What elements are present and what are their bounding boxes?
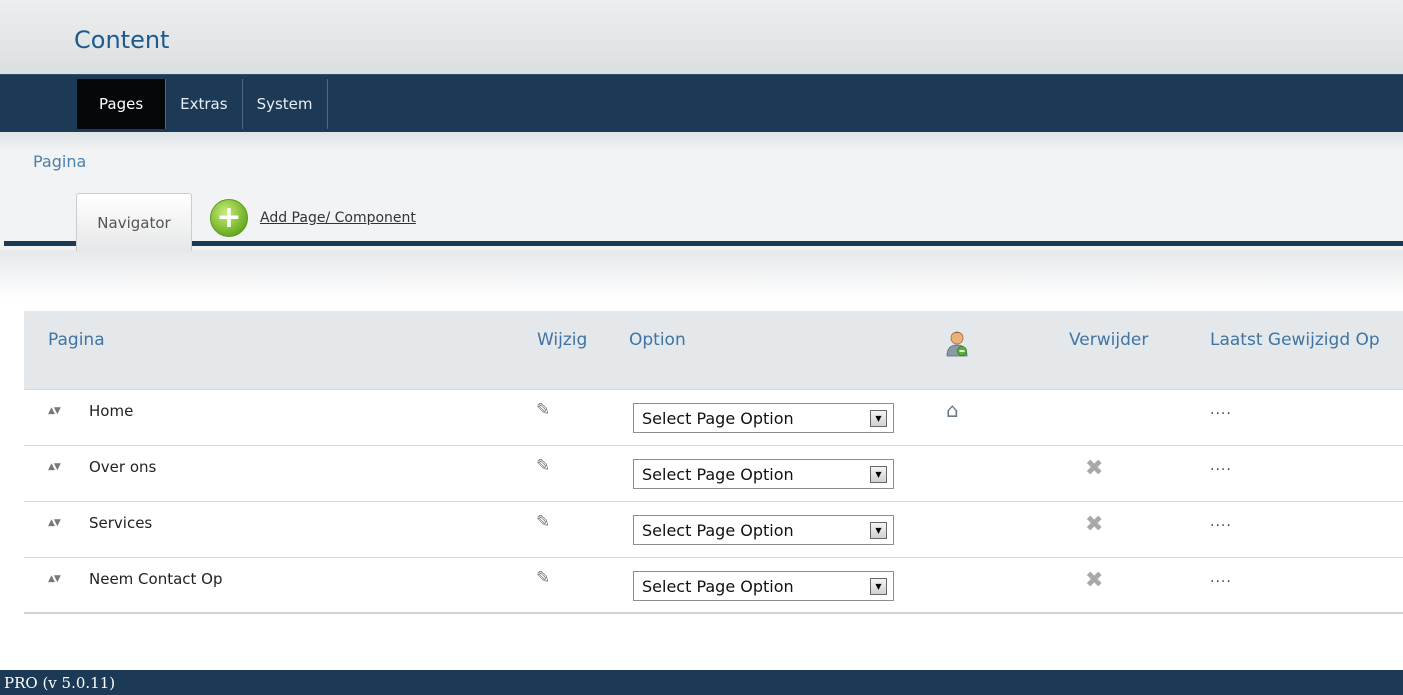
- page-option-value: Select Page Option: [642, 464, 794, 484]
- page-name: Services: [89, 514, 153, 532]
- page-option-select[interactable]: Select Page Option ▼: [633, 403, 894, 433]
- page-option-value: Select Page Option: [642, 408, 794, 428]
- reorder-arrows-icon[interactable]: ▲▼: [48, 462, 61, 472]
- chevron-down-icon[interactable]: ▼: [870, 465, 887, 483]
- divider: [4, 241, 1403, 246]
- delete-icon[interactable]: ✖: [1085, 568, 1103, 593]
- header-option: Option: [629, 330, 686, 350]
- table-header: Pagina Wijzig Option Verwijder Laatst Ge…: [24, 311, 1403, 390]
- reorder-arrows-icon[interactable]: ▲▼: [48, 406, 61, 416]
- pencil-icon[interactable]: ✎: [536, 400, 550, 420]
- add-page-button[interactable]: + Add Page/ Component: [210, 199, 416, 237]
- tab-navigator[interactable]: Navigator: [76, 193, 192, 251]
- table-row: ▲▼ Over ons ✎ Select Page Option ▼ ✖ ...…: [24, 446, 1403, 502]
- page-option-value: Select Page Option: [642, 520, 794, 540]
- header-laatst-gewijzigd: Laatst Gewijzigd Op: [1210, 330, 1380, 350]
- header-pagina: Pagina: [48, 330, 105, 350]
- reorder-arrows-icon[interactable]: ▲▼: [48, 574, 61, 584]
- pencil-icon[interactable]: ✎: [536, 568, 550, 588]
- page-option-select[interactable]: Select Page Option ▼: [633, 515, 894, 545]
- chevron-down-icon[interactable]: ▼: [870, 577, 887, 595]
- pencil-icon[interactable]: ✎: [536, 512, 550, 532]
- page-name: Home: [89, 402, 134, 420]
- nav-tab-system[interactable]: System: [243, 79, 328, 129]
- page-option-select[interactable]: Select Page Option ▼: [633, 459, 894, 489]
- modified-value: ....: [1210, 402, 1232, 418]
- modified-value: ....: [1210, 458, 1232, 474]
- header-wijzig: Wijzig: [537, 330, 588, 350]
- nav-tabs: Pages Extras System: [77, 79, 328, 129]
- reorder-arrows-icon[interactable]: ▲▼: [48, 518, 61, 528]
- table-row: ▲▼ Home ✎ Select Page Option ▼ ⌂ ....: [24, 390, 1403, 446]
- table-row: ▲▼ Services ✎ Select Page Option ▼ ✖ ...…: [24, 502, 1403, 558]
- delete-icon[interactable]: ✖: [1085, 512, 1103, 537]
- footer: PRO (v 5.0.11): [0, 670, 1403, 695]
- modified-value: ....: [1210, 514, 1232, 530]
- pages-table: Pagina Wijzig Option Verwijder Laatst Ge…: [24, 311, 1403, 614]
- home-icon: ⌂: [946, 398, 959, 422]
- breadcrumb: Pagina: [33, 152, 87, 171]
- table-row: ▲▼ Neem Contact Op ✎ Select Page Option …: [24, 558, 1403, 614]
- chevron-down-icon[interactable]: ▼: [870, 521, 887, 539]
- main-nav: Pages Extras System: [0, 74, 1403, 132]
- add-icon[interactable]: +: [210, 199, 248, 237]
- add-page-link[interactable]: Add Page/ Component: [260, 210, 416, 226]
- nav-tab-extras[interactable]: Extras: [166, 79, 243, 129]
- modified-value: ....: [1210, 570, 1232, 586]
- delete-icon[interactable]: ✖: [1085, 456, 1103, 481]
- sub-header: Pagina Navigator + Add Page/ Component: [0, 132, 1403, 251]
- page-name: Over ons: [89, 458, 157, 476]
- header-verwijder: Verwijder: [1069, 330, 1149, 350]
- app-header: Content: [0, 0, 1403, 74]
- user-icon: [946, 331, 968, 357]
- page-name: Neem Contact Op: [89, 570, 223, 588]
- page-option-value: Select Page Option: [642, 576, 794, 596]
- fade-strip: [0, 250, 1403, 300]
- chevron-down-icon[interactable]: ▼: [870, 409, 887, 427]
- pencil-icon[interactable]: ✎: [536, 456, 550, 476]
- nav-tab-pages[interactable]: Pages: [77, 79, 167, 129]
- version-label: PRO (v 5.0.11): [4, 673, 116, 692]
- page-title: Content: [74, 26, 170, 54]
- page-option-select[interactable]: Select Page Option ▼: [633, 571, 894, 601]
